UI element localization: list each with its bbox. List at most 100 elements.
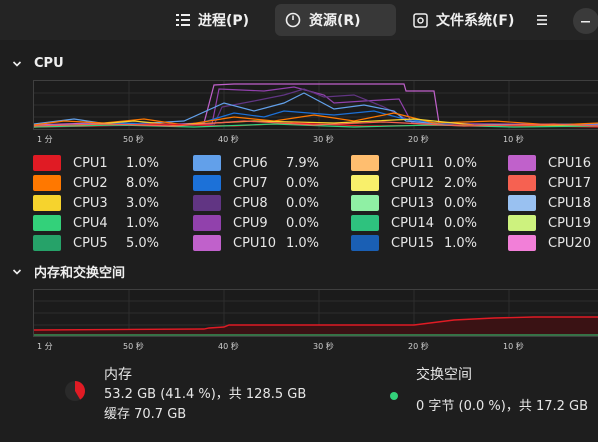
cpu-name: CPU17 xyxy=(548,175,591,191)
cpu-legend-item: CPU15 1.0% xyxy=(351,235,477,251)
cpu2-swatch[interactable] xyxy=(33,175,61,191)
cpu-name: CPU6 xyxy=(233,155,268,171)
cpu-name: CPU19 xyxy=(548,215,591,231)
minimize-icon xyxy=(581,21,590,23)
cpu-legend-item: CPU10 1.0% xyxy=(193,235,319,251)
cpu9-swatch[interactable] xyxy=(193,215,221,231)
gauge-icon xyxy=(285,12,301,28)
cpu-axis-label: 40 秒 xyxy=(218,135,239,144)
cpu-legend-item: CPU17 xyxy=(508,175,591,191)
cpu10-swatch[interactable] xyxy=(193,235,221,251)
cpu-legend-item: CPU13 0.0% xyxy=(351,195,477,211)
memory-axis-label: 40 秒 xyxy=(218,342,239,351)
cpu-legend-item: CPU16 xyxy=(508,155,591,171)
memory-axis-label: 1 分 xyxy=(37,342,53,351)
memory-axis-label: 30 秒 xyxy=(313,342,334,351)
tab-filesystems-label: 文件系统(F) xyxy=(436,13,515,29)
swap-usage-text: 0 字节 (0.0 %)，共 17.2 GB xyxy=(416,399,589,414)
memory-cache-text: 缓存 70.7 GB xyxy=(104,407,187,422)
cpu-legend-item: CPU1 1.0% xyxy=(33,155,159,171)
memory-section-title: 内存和交换空间 xyxy=(34,266,126,281)
cpu6-swatch[interactable] xyxy=(193,155,221,171)
cpu15-swatch[interactable] xyxy=(351,235,379,251)
tab-filesystems[interactable]: 文件系统(F) xyxy=(403,4,524,36)
memory-title: 内存 xyxy=(104,367,132,383)
cpu-value: 3.0% xyxy=(126,195,160,211)
chevron-down-icon xyxy=(12,268,22,275)
cpu-legend-item: CPU5 5.0% xyxy=(33,235,159,251)
cpu-legend-item: CPU18 xyxy=(508,195,591,211)
cpu-name: CPU4 xyxy=(73,215,108,231)
cpu-name: CPU11 xyxy=(391,155,434,171)
cpu-name: CPU5 xyxy=(73,235,108,251)
cpu-name: CPU9 xyxy=(233,215,268,231)
minimize-button[interactable] xyxy=(573,8,598,34)
memory-info: 内存 53.2 GB (41.4 %)，共 128.5 GB 缓存 70.7 G… xyxy=(104,365,306,425)
cpu14-swatch[interactable] xyxy=(351,215,379,231)
swap-info: 交换空间 0 字节 (0.0 %)，共 17.2 GB xyxy=(416,365,588,417)
cpu-section-title: CPU xyxy=(34,56,64,71)
cpu-name: CPU16 xyxy=(548,155,591,171)
chevron-down-icon xyxy=(12,60,22,67)
cpu7-swatch[interactable] xyxy=(193,175,221,191)
header-bar: 进程(P) 资源(R) 文件系统(F) xyxy=(0,0,598,40)
cpu5-swatch[interactable] xyxy=(33,235,61,251)
cpu17-swatch[interactable] xyxy=(508,175,536,191)
cpu-value: 0.0% xyxy=(444,215,478,231)
cpu12-swatch[interactable] xyxy=(351,175,379,191)
memory-usage-pie[interactable] xyxy=(64,380,86,402)
cpu-value: 1.0% xyxy=(126,155,160,171)
cpu20-swatch[interactable] xyxy=(508,235,536,251)
tab-processes[interactable]: 进程(P) xyxy=(166,4,259,36)
cpu1-swatch[interactable] xyxy=(33,155,61,171)
cpu8-swatch[interactable] xyxy=(193,195,221,211)
cpu-name: CPU14 xyxy=(391,215,434,231)
memory-section-header[interactable]: 内存和交换空间 xyxy=(12,262,125,281)
memory-history-graph xyxy=(33,289,598,337)
memory-axis-label: 20 秒 xyxy=(408,342,429,351)
memory-axis-label: 10 秒 xyxy=(503,342,524,351)
swap-title: 交换空间 xyxy=(416,367,472,383)
cpu13-swatch[interactable] xyxy=(351,195,379,211)
cpu-name: CPU20 xyxy=(548,235,591,251)
cpu-legend-item: CPU12 2.0% xyxy=(351,175,477,191)
cpu-value: 7.9% xyxy=(286,155,320,171)
cpu-axis-label: 20 秒 xyxy=(408,135,429,144)
cpu-name: CPU3 xyxy=(73,195,108,211)
cpu19-swatch[interactable] xyxy=(508,215,536,231)
cpu-legend-item: CPU19 xyxy=(508,215,591,231)
cpu-legend-item: CPU8 0.0% xyxy=(193,195,319,211)
cpu3-swatch[interactable] xyxy=(33,195,61,211)
cpu-name: CPU2 xyxy=(73,175,108,191)
cpu11-swatch[interactable] xyxy=(351,155,379,171)
cpu-name: CPU8 xyxy=(233,195,268,211)
cpu-value: 1.0% xyxy=(286,235,320,251)
cpu4-swatch[interactable] xyxy=(33,215,61,231)
cpu-axis-label: 1 分 xyxy=(37,135,53,144)
cpu-name: CPU18 xyxy=(548,195,591,211)
tab-resources[interactable]: 资源(R) xyxy=(275,4,396,36)
cpu-name: CPU15 xyxy=(391,235,434,251)
cpu-legend-item: CPU2 8.0% xyxy=(33,175,159,191)
cpu-section-header[interactable]: CPU xyxy=(12,56,64,71)
hamburger-menu-icon[interactable] xyxy=(531,9,553,31)
cpu18-swatch[interactable] xyxy=(508,195,536,211)
swap-usage-indicator[interactable] xyxy=(389,391,399,401)
cpu-name: CPU12 xyxy=(391,175,434,191)
cpu-legend-item: CPU7 0.0% xyxy=(193,175,319,191)
memory-axis-label: 50 秒 xyxy=(123,342,144,351)
memory-usage-text: 53.2 GB (41.4 %)，共 128.5 GB xyxy=(104,387,307,402)
cpu-legend-item: CPU6 7.9% xyxy=(193,155,319,171)
cpu-value: 8.0% xyxy=(126,175,160,191)
cpu-value: 0.0% xyxy=(286,215,320,231)
cpu-value: 0.0% xyxy=(286,195,320,211)
cpu-value: 0.0% xyxy=(286,175,320,191)
cpu-name: CPU1 xyxy=(73,155,108,171)
cpu16-swatch[interactable] xyxy=(508,155,536,171)
cpu-axis-label: 30 秒 xyxy=(313,135,334,144)
cpu-value: 0.0% xyxy=(444,195,478,211)
memory-graph-canvas xyxy=(33,290,598,336)
cpu-value: 5.0% xyxy=(126,235,160,251)
tab-processes-label: 进程(P) xyxy=(198,13,250,29)
cpu-value: 1.0% xyxy=(444,235,478,251)
